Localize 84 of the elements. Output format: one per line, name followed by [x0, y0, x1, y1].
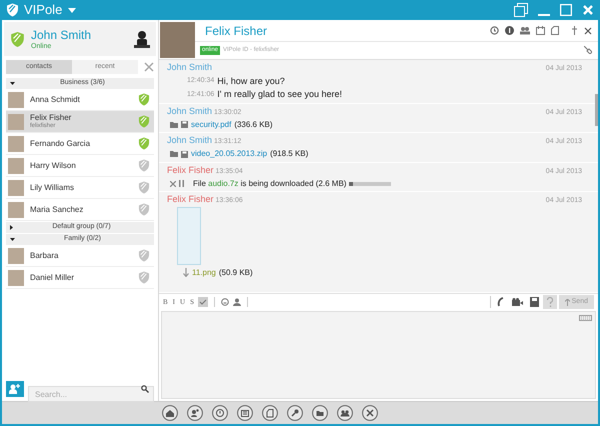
history-icon[interactable] [212, 405, 228, 421]
smiley-icon[interactable] [220, 298, 229, 306]
search-icon[interactable] [141, 384, 149, 392]
home-icon[interactable] [162, 405, 178, 421]
cancel-icon[interactable] [170, 180, 176, 186]
photo-placeholder [160, 22, 195, 58]
folder-icon[interactable] [312, 405, 328, 421]
save-icon[interactable] [181, 121, 188, 128]
folder-icon[interactable] [170, 122, 178, 128]
user-silhouette-icon [134, 30, 150, 48]
phone-icon[interactable] [496, 297, 505, 307]
contact-item[interactable]: Fernando Garcia [6, 133, 154, 155]
search-field[interactable]: Search... [28, 386, 154, 402]
info-icon[interactable] [505, 26, 514, 35]
add-contact-button[interactable] [6, 380, 24, 396]
contact-name: Maria Sanchez [30, 206, 84, 214]
avatar-placeholder [8, 136, 24, 152]
contact-item[interactable]: Daniel Miller [6, 267, 154, 289]
contact-name: Felix Fisher [30, 114, 72, 122]
video-camera-icon[interactable] [512, 298, 523, 306]
spellcheck-icon[interactable] [198, 297, 208, 307]
restore-windows-icon[interactable] [514, 3, 528, 17]
message-text: I' m really glad to see you here! [217, 88, 342, 101]
contacts-icon[interactable] [187, 405, 203, 421]
message-input[interactable] [161, 311, 596, 399]
progress-bar [349, 182, 392, 186]
group-icon[interactable] [337, 405, 353, 421]
avatar-placeholder [8, 158, 24, 174]
avatar-placeholder [8, 92, 24, 108]
brush-icon[interactable] [584, 46, 592, 54]
avatar-placeholder [8, 180, 24, 196]
pause-icon[interactable] [179, 180, 184, 187]
arrow-up-icon [564, 298, 570, 306]
shield-logo-icon [6, 3, 19, 17]
file-size: (336.6 KB) [234, 118, 273, 130]
file-link[interactable]: video_20.05.2013.zip [191, 148, 268, 160]
contact-item[interactable]: Maria Sanchez [6, 199, 154, 221]
contact-item[interactable]: Harry Wilson [6, 155, 154, 177]
contact-item[interactable]: Lily Williams [6, 177, 154, 199]
save-icon[interactable] [181, 150, 188, 158]
message-text: Hi, how are you? [217, 74, 285, 88]
avatar-placeholder [8, 114, 24, 130]
contact-item[interactable]: Barbara [6, 245, 154, 267]
sender-name: Felix Fisher [167, 193, 214, 206]
person-icon[interactable] [232, 298, 241, 306]
contact-name: Daniel Miller [30, 274, 76, 282]
user-name: John Smith [31, 28, 92, 40]
shield-icon [10, 30, 25, 48]
sender-name: Felix Fisher [167, 164, 214, 176]
scrollbar[interactable] [595, 94, 598, 126]
folder-icon[interactable] [170, 151, 178, 157]
contact-name: Fernando Garcia [30, 140, 92, 148]
sender-name: John Smith [167, 61, 212, 74]
avatar-placeholder [8, 248, 24, 264]
expanded-caret-icon [10, 238, 15, 241]
contact-name: Barbara [30, 252, 60, 260]
collapsed-caret-icon [10, 225, 13, 230]
note-icon[interactable] [551, 26, 559, 35]
dropdown-caret-icon[interactable] [68, 7, 76, 13]
contact-name: Harry Wilson [30, 162, 77, 170]
image-thumbnail[interactable] [177, 206, 201, 264]
save-icon[interactable] [530, 297, 539, 307]
sender-name: John Smith [167, 104, 212, 118]
keyboard-icon[interactable] [579, 315, 592, 321]
file-size: (918.5 KB) [270, 148, 308, 160]
question-mark-icon [546, 297, 553, 307]
app-title: VIPole [24, 1, 62, 20]
contact-item[interactable]: Anna Schmidt [6, 89, 154, 111]
contact-name: Anna Schmidt [30, 96, 81, 104]
note-icon[interactable] [262, 405, 278, 421]
contact-name: Felix Fisher [205, 22, 268, 40]
history-icon[interactable] [490, 26, 499, 35]
maximize-icon[interactable] [560, 4, 572, 16]
avatar-placeholder [8, 202, 24, 218]
expanded-caret-icon [10, 82, 15, 85]
file-size: (50.9 KB) [218, 266, 253, 278]
download-status-text: File audio.7z is being downloaded (2.6 MB) [193, 178, 346, 190]
download-arrow-icon[interactable] [183, 268, 189, 277]
avatar-placeholder [8, 270, 24, 286]
group-icon[interactable] [520, 26, 530, 35]
key-icon[interactable] [287, 405, 303, 421]
contact-name: Lily Williams [30, 184, 75, 192]
sender-name: John Smith [167, 134, 212, 147]
close-icon[interactable] [584, 26, 592, 34]
